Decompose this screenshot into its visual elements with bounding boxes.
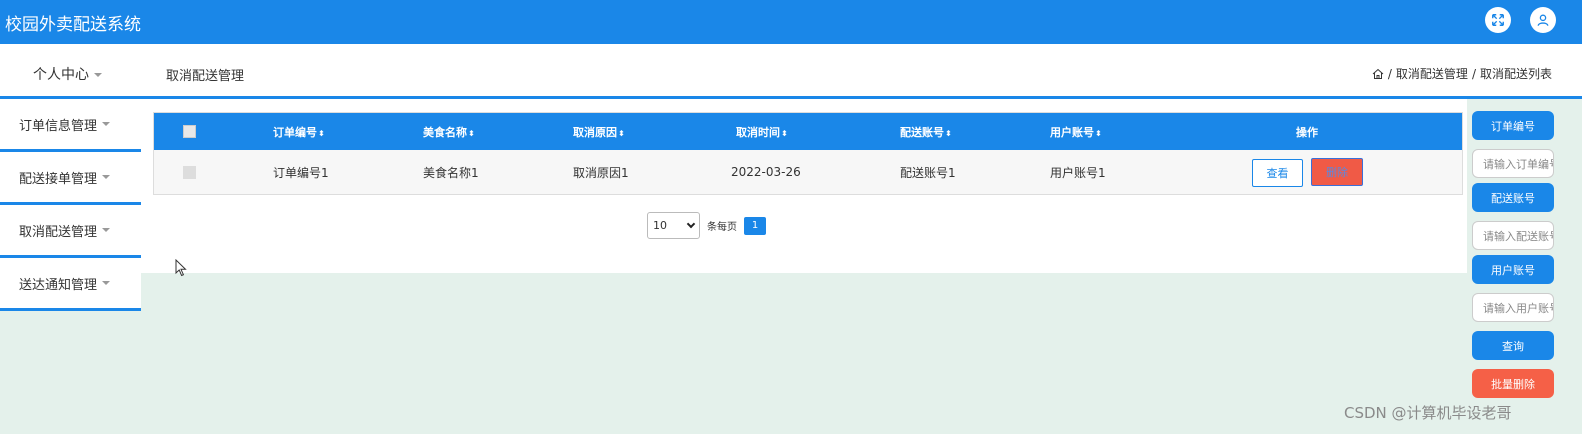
caret-down-icon <box>102 281 111 285</box>
top-bar: 校园外卖配送系统 <box>0 0 1582 44</box>
delete-button[interactable]: 删除 <box>1311 158 1363 186</box>
delivery-account-label-button[interactable]: 配送账号 <box>1472 183 1554 212</box>
mouse-cursor-icon <box>175 259 187 277</box>
delivery-account-search-input[interactable]: 请输入配送账号 <box>1472 221 1554 250</box>
column-header-delivery-account[interactable]: 配送账号⬍ <box>900 124 952 140</box>
order-no-search-input[interactable]: 请输入订单编号 <box>1472 149 1554 178</box>
table-row: 订单编号1 美食名称1 取消原因1 2022-03-26 配送账号1 用户账号1… <box>154 150 1462 194</box>
page-size-select[interactable]: 10 <box>647 212 700 239</box>
pagination: 10 条每页 1 <box>647 212 766 239</box>
cell-user-account: 用户账号1 <box>1050 165 1106 180</box>
cell-order-no: 订单编号1 <box>273 165 329 180</box>
view-button[interactable]: 查看 <box>1252 159 1303 187</box>
breadcrumb: / 取消配送管理 / 取消配送列表 <box>1372 65 1552 82</box>
data-table: 订单编号⬍ 美食名称⬍ 取消原因⬍ 取消时间⬍ 配送账号⬍ 用户账号⬍ 操作 订… <box>153 112 1463 195</box>
column-header-label: 取消时间 <box>736 125 780 139</box>
sidebar-item-label: 送达通知管理 <box>19 277 98 293</box>
column-header-label: 取消原因 <box>573 125 617 139</box>
fullscreen-button[interactable] <box>1485 7 1511 33</box>
sidebar-item-label: 订单信息管理 <box>19 118 98 134</box>
sort-icon: ⬍ <box>318 128 325 138</box>
breadcrumb-item[interactable]: 取消配送管理 <box>1396 65 1468 82</box>
column-header-actions: 操作 <box>1296 125 1318 139</box>
sidebar: 订单信息管理 配送接单管理 取消配送管理 送达通知管理 <box>0 99 141 311</box>
caret-down-icon <box>94 73 102 77</box>
column-header-label: 订单编号 <box>273 125 317 139</box>
page-size-value: 10 <box>653 219 667 232</box>
chevron-down-icon <box>686 219 696 229</box>
sub-bar: 个人中心 取消配送管理 / 取消配送管理 / 取消配送列表 <box>0 44 1582 96</box>
home-icon[interactable] <box>1372 68 1384 80</box>
user-account-label-button[interactable]: 用户账号 <box>1472 255 1554 284</box>
personal-center-label: 个人中心 <box>33 67 89 83</box>
sidebar-item-cancel-delivery[interactable]: 取消配送管理 <box>0 205 141 258</box>
breadcrumb-separator: / <box>1471 66 1476 81</box>
select-all-checkbox[interactable] <box>183 125 196 138</box>
sort-icon: ⬍ <box>781 128 788 138</box>
sort-icon: ⬍ <box>468 128 475 138</box>
sidebar-item-delivery-notice[interactable]: 送达通知管理 <box>0 258 141 311</box>
app-title: 校园外卖配送系统 <box>5 15 141 35</box>
cell-cancel-time: 2022-03-26 <box>731 165 801 179</box>
cell-food-name: 美食名称1 <box>423 165 479 180</box>
order-no-label-button[interactable]: 订单编号 <box>1472 111 1554 140</box>
caret-down-icon <box>102 122 111 126</box>
fullscreen-icon <box>1492 14 1504 26</box>
main-content: 订单编号⬍ 美食名称⬍ 取消原因⬍ 取消时间⬍ 配送账号⬍ 用户账号⬍ 操作 订… <box>141 99 1467 273</box>
column-header-label: 配送账号 <box>900 125 944 139</box>
personal-center-menu[interactable]: 个人中心 <box>33 64 102 84</box>
sidebar-item-label: 配送接单管理 <box>19 171 98 187</box>
column-header-food-name[interactable]: 美食名称⬍ <box>423 124 475 140</box>
caret-down-icon <box>102 175 111 179</box>
table-header: 订单编号⬍ 美食名称⬍ 取消原因⬍ 取消时间⬍ 配送账号⬍ 用户账号⬍ 操作 <box>154 113 1462 150</box>
column-header-order-no[interactable]: 订单编号⬍ <box>273 124 325 140</box>
query-button[interactable]: 查询 <box>1472 331 1554 360</box>
column-header-user-account[interactable]: 用户账号⬍ <box>1050 124 1102 140</box>
sidebar-item-delivery-accept[interactable]: 配送接单管理 <box>0 152 141 205</box>
caret-down-icon <box>102 228 111 232</box>
column-header-label: 美食名称 <box>423 125 467 139</box>
page-title: 取消配送管理 <box>166 69 245 84</box>
sort-icon: ⬍ <box>1095 128 1102 138</box>
column-header-cancel-reason[interactable]: 取消原因⬍ <box>573 124 625 140</box>
row-checkbox[interactable] <box>183 165 196 179</box>
sort-icon: ⬍ <box>945 128 952 138</box>
watermark: CSDN @计算机毕设老哥 <box>1344 404 1512 422</box>
cell-cancel-reason: 取消原因1 <box>573 165 629 180</box>
user-account-search-input[interactable]: 请输入用户账号 <box>1472 293 1554 322</box>
batch-delete-button[interactable]: 批量删除 <box>1472 369 1554 398</box>
sort-icon: ⬍ <box>618 128 625 138</box>
column-header-cancel-time[interactable]: 取消时间⬍ <box>736 124 788 140</box>
cell-delivery-account: 配送账号1 <box>900 165 956 180</box>
user-button[interactable] <box>1530 7 1556 33</box>
sidebar-item-order-info[interactable]: 订单信息管理 <box>0 99 141 152</box>
breadcrumb-separator: / <box>1387 66 1392 81</box>
page-number-button[interactable]: 1 <box>744 216 766 235</box>
column-header-label: 用户账号 <box>1050 125 1094 139</box>
sidebar-item-label: 取消配送管理 <box>19 224 98 240</box>
user-icon <box>1537 14 1549 26</box>
breadcrumb-item: 取消配送列表 <box>1479 67 1552 81</box>
per-page-label: 条每页 <box>707 222 737 233</box>
